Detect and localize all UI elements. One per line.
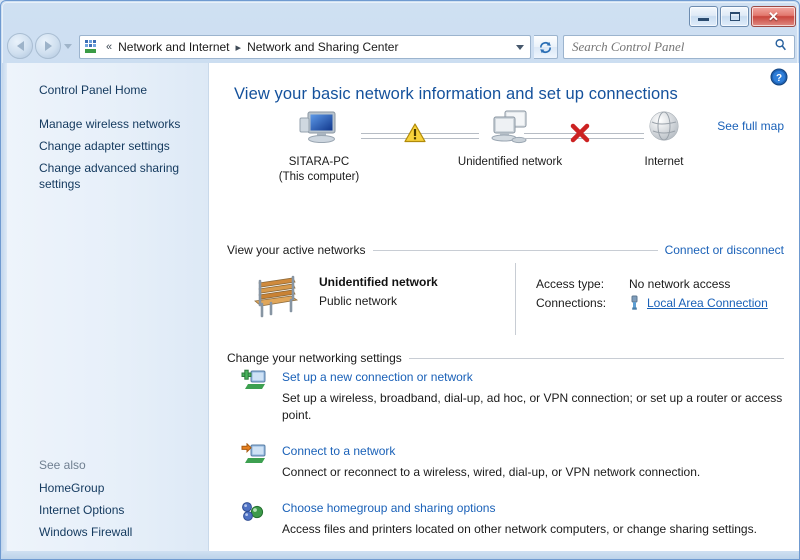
network-node-computer-sublabel: (This computer): [264, 171, 374, 184]
active-network-details: Access type: No network access Connectio…: [536, 274, 768, 312]
breadcrumb-item-network-and-sharing-center[interactable]: Network and Sharing Center: [245, 38, 400, 56]
active-network-name: Unidentified network: [319, 275, 438, 289]
breadcrumb-separator-icon: ▸: [232, 41, 246, 54]
connect-or-disconnect-link[interactable]: Connect or disconnect: [658, 243, 784, 257]
sidebar-item-windows-firewall[interactable]: Windows Firewall: [2, 521, 208, 543]
sidebar: Control Panel Home Manage wireless netwo…: [2, 63, 209, 553]
back-arrow-icon: [17, 41, 24, 51]
close-icon: ✕: [768, 10, 779, 23]
control-panel-icon: [83, 39, 99, 55]
main-pane: ? View your basic network information an…: [209, 63, 800, 553]
new-connection-icon: [241, 369, 267, 395]
section-divider: [409, 358, 784, 359]
content-area: Control Panel Home Manage wireless netwo…: [2, 63, 800, 553]
maximize-button[interactable]: [720, 6, 749, 27]
forward-button[interactable]: [35, 33, 61, 59]
sidebar-spacer: [2, 101, 208, 113]
address-chevron-down-icon[interactable]: [516, 45, 524, 50]
red-x-icon: [569, 123, 591, 148]
sidebar-item-internet-options[interactable]: Internet Options: [2, 499, 208, 521]
title-bar: ✕: [1, 1, 800, 31]
globe-icon: [644, 109, 684, 149]
close-button[interactable]: ✕: [751, 6, 796, 27]
svg-text:?: ?: [776, 73, 782, 84]
network-map: SITARA-PC (This computer): [234, 109, 779, 177]
access-type-label: Access type:: [536, 277, 629, 291]
networking-settings-list: Set up a new connection or network Set u…: [227, 368, 784, 553]
sidebar-item-change-advanced-sharing-settings[interactable]: Change advanced sharing settings: [2, 157, 208, 195]
address-bar[interactable]: « Network and Internet ▸ Network and Sha…: [79, 35, 531, 59]
help-icon[interactable]: ?: [770, 68, 788, 86]
sidebar-item-homegroup[interactable]: HomeGroup: [2, 477, 208, 499]
see-also-heading: See also: [2, 455, 208, 477]
network-node-internet-label: Internet: [609, 156, 719, 169]
search-box[interactable]: [563, 35, 795, 59]
nav-buttons: [7, 33, 72, 59]
maximize-icon: [730, 12, 740, 21]
networking-settings-heading: Change your networking settings: [227, 351, 409, 365]
setting-item-set-up-new-connection: Set up a new connection or network Set u…: [227, 368, 784, 424]
networking-settings-section-header: Change your networking settings: [227, 351, 784, 365]
bench-icon: [249, 273, 303, 324]
refresh-icon: [538, 40, 553, 55]
search-input[interactable]: [570, 37, 770, 57]
access-type-value: No network access: [629, 277, 730, 291]
network-sharing-center-window: ✕: [0, 0, 800, 560]
connections-label: Connections:: [536, 296, 629, 310]
breadcrumb-overflow-icon[interactable]: «: [102, 41, 116, 53]
refresh-button[interactable]: [534, 35, 558, 59]
local-area-connection-link[interactable]: Local Area Connection: [647, 296, 768, 310]
back-button[interactable]: [7, 33, 33, 59]
network-node-computer[interactable]: SITARA-PC (This computer): [264, 109, 374, 184]
network-node-unidentified-network[interactable]: Unidentified network: [430, 109, 590, 169]
multiple-computers-icon: [486, 109, 534, 149]
minimize-button[interactable]: [689, 6, 718, 27]
window-bottom-edge: [2, 551, 800, 559]
active-networks-heading: View your active networks: [227, 243, 373, 257]
active-networks-section-header: View your active networks Connect or dis…: [227, 243, 784, 257]
set-up-new-connection-link[interactable]: Set up a new connection or network: [282, 370, 473, 384]
navigation-bar: « Network and Internet ▸ Network and Sha…: [1, 31, 800, 63]
ethernet-port-icon: [629, 295, 647, 311]
homegroup-icon: [241, 500, 267, 526]
connect-network-icon: [241, 443, 267, 469]
active-network-names: Unidentified network Public network: [319, 275, 438, 308]
choose-homegroup-description: Access files and printers located on oth…: [282, 521, 784, 538]
connect-to-network-description: Connect or reconnect to a wireless, wire…: [282, 464, 784, 481]
setting-item-connect-to-network: Connect to a network Connect or reconnec…: [227, 442, 784, 481]
setting-item-homegroup-sharing: Choose homegroup and sharing options Acc…: [227, 499, 784, 538]
choose-homegroup-link[interactable]: Choose homegroup and sharing options: [282, 501, 495, 515]
sidebar-item-change-adapter-settings[interactable]: Change adapter settings: [2, 135, 208, 157]
warning-triangle-icon: [404, 123, 426, 148]
detail-row-connections: Connections: Local Area Connection: [536, 293, 768, 312]
network-node-computer-label: SITARA-PC: [264, 156, 374, 169]
window-controls: ✕: [689, 6, 796, 27]
section-divider: [373, 250, 658, 251]
page-title: View your basic network information and …: [234, 85, 678, 104]
active-network-type: Public network: [319, 294, 438, 308]
active-network-row: Unidentified network Public network Acce…: [227, 261, 784, 343]
set-up-new-connection-description: Set up a wireless, broadband, dial-up, a…: [282, 390, 784, 424]
search-icon[interactable]: [774, 38, 788, 57]
sidebar-item-control-panel-home[interactable]: Control Panel Home: [2, 79, 208, 101]
network-node-unidentified-network-label: Unidentified network: [430, 156, 590, 169]
minimize-icon: [698, 18, 709, 21]
computer-icon: [297, 109, 341, 149]
connect-to-network-link[interactable]: Connect to a network: [282, 444, 395, 458]
see-also-section: See also HomeGroup Internet Options Wind…: [2, 455, 208, 543]
network-node-internet[interactable]: Internet: [609, 109, 719, 169]
recent-pages-chevron-down-icon[interactable]: [64, 44, 72, 49]
sidebar-item-manage-wireless-networks[interactable]: Manage wireless networks: [2, 113, 208, 135]
forward-arrow-icon: [45, 41, 52, 51]
vertical-divider: [515, 263, 516, 335]
detail-row-access-type: Access type: No network access: [536, 274, 768, 293]
breadcrumb-item-network-and-internet[interactable]: Network and Internet: [116, 38, 231, 56]
